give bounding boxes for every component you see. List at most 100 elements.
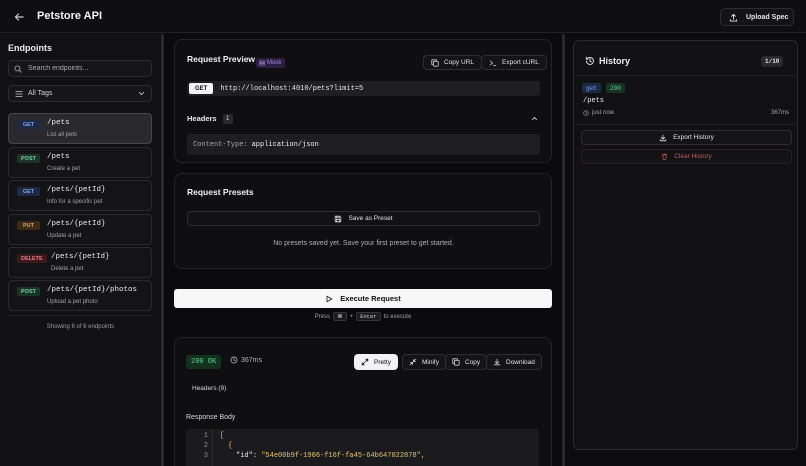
headers-label: Headers	[187, 114, 217, 123]
server-icon	[259, 60, 265, 66]
code-key: "id"	[236, 452, 253, 460]
line-number: 3	[203, 452, 208, 460]
endpoint-item[interactable]: GET /pets List all pets	[8, 113, 152, 144]
pretty-label: Pretty	[374, 358, 391, 366]
command-key: ⌘	[333, 312, 347, 321]
endpoint-description: Create a pet	[47, 166, 81, 172]
history-duration: 367ms	[770, 110, 789, 116]
code-text: {	[228, 442, 233, 450]
code-text: [	[220, 432, 225, 440]
response-headers-tab[interactable]: Headers (9)	[192, 385, 226, 392]
headers-section-toggle[interactable]: Headers 1	[187, 111, 540, 126]
copy-icon	[452, 358, 460, 366]
endpoint-path: /pets/{petId}/photos	[47, 286, 138, 294]
filter-list-icon	[15, 90, 23, 98]
shrink-icon	[409, 358, 417, 366]
endpoint-path: /pets/{petId}	[47, 186, 106, 194]
copy-label: Copy	[465, 358, 481, 366]
mock-badge: Mock	[256, 58, 286, 68]
endpoint-count: Showing 6 of 6 endpoints	[46, 324, 115, 330]
endpoint-description: Info for a specific pet	[47, 199, 103, 205]
history-panel: History 1/10 get 200 /pets just now 367m…	[573, 40, 798, 450]
line-number: 1	[203, 432, 208, 440]
request-presets-title: Request Presets	[187, 187, 254, 197]
download-button[interactable]: Download	[486, 354, 542, 370]
tags-filter-select[interactable]: All Tags	[8, 85, 152, 102]
endpoint-item[interactable]: PUT /pets/{petId} Update a pet	[8, 214, 152, 245]
save-preset-button[interactable]: Save as Preset	[187, 211, 540, 226]
execute-shortcut-hint: Press ⌘ + Enter to execute	[174, 312, 552, 321]
hint-plus: +	[349, 313, 354, 320]
endpoint-description: Upload a pet photo	[47, 299, 98, 305]
response-body-label: Response Body	[186, 414, 236, 421]
execute-request-button[interactable]: Execute Request	[174, 289, 552, 308]
endpoint-description: Update a pet	[47, 233, 82, 239]
endpoint-path: /pets	[47, 119, 70, 127]
code-line: 2 {	[186, 441, 232, 451]
history-icon	[585, 56, 595, 66]
minify-label: Minify	[422, 358, 439, 366]
tags-filter-label: All Tags	[28, 90, 53, 97]
code-line: 3 "id" : "54e00b9f-1906-f16f-fa45-64b647…	[186, 451, 425, 461]
terminal-icon	[489, 59, 497, 67]
export-curl-button[interactable]: Export cURL	[481, 55, 547, 70]
response-code-block: 1 [ 2 { 3 "id" : "54e00b9f-1906-f16f-fa4…	[186, 429, 539, 466]
endpoint-description: List all pets	[47, 132, 78, 138]
method-badge: GET	[17, 120, 40, 129]
url-method-badge: GET	[189, 83, 214, 94]
main-panel: Request Preview Mock Copy URL Export cUR…	[164, 34, 562, 466]
search-icon	[14, 65, 22, 73]
history-method-badge: get	[582, 83, 601, 93]
chevron-down-icon	[138, 90, 145, 97]
minify-button[interactable]: Minify	[402, 354, 446, 370]
save-preset-label: Save as Preset	[348, 215, 393, 222]
history-resize-handle[interactable]	[562, 34, 565, 466]
method-badge: PUT	[17, 221, 40, 230]
app-title: Petstore API	[37, 10, 103, 22]
request-url-bar[interactable]: GET http://localhost:4010/pets?limit=5	[187, 81, 540, 96]
export-history-label: Export History	[673, 134, 714, 141]
copy-response-button[interactable]: Copy	[445, 354, 488, 370]
history-timestamp: just now	[583, 110, 614, 116]
endpoint-path: /pets/{petId}	[47, 220, 106, 228]
hint-press: Press	[314, 313, 331, 320]
export-curl-label: Export cURL	[502, 59, 539, 66]
export-history-button[interactable]: Export History	[581, 130, 792, 145]
clear-history-button[interactable]: Clear History	[581, 149, 792, 164]
history-item[interactable]: get 200 /pets just now 367ms	[574, 75, 797, 125]
upload-spec-button[interactable]: Upload Spec	[720, 8, 794, 26]
clear-history-label: Clear History	[674, 153, 712, 160]
search-box[interactable]	[8, 60, 152, 77]
search-input[interactable]	[28, 65, 138, 72]
request-presets-card: Request Presets Save as Preset No preset…	[174, 173, 552, 269]
endpoint-item[interactable]: GET /pets/{petId} Info for a specific pe…	[8, 180, 152, 211]
endpoint-path: /pets/{petId}	[51, 253, 110, 261]
mock-label: Mock	[267, 60, 282, 66]
request-url: http://localhost:4010/pets?limit=5	[220, 84, 364, 93]
headers-count-badge: 1	[222, 113, 233, 124]
request-preview-title: Request Preview	[187, 54, 256, 64]
hint-suffix: to execute	[383, 313, 412, 320]
clock-icon	[230, 356, 238, 364]
execute-request-label: Execute Request	[340, 294, 401, 303]
endpoint-path: /pets	[47, 153, 70, 161]
endpoint-item[interactable]: DELETE /pets/{petId} Delete a pet	[8, 247, 152, 278]
copy-url-button[interactable]: Copy URL	[423, 55, 482, 70]
upload-spec-label: Upload Spec	[746, 13, 789, 21]
code-value: "54e00b9f-1906-f16f-fa45-64b647022878",	[261, 452, 426, 460]
presets-empty-message: No presets saved yet. Save your first pr…	[273, 240, 454, 247]
download-icon	[493, 358, 501, 366]
history-count-badge: 1/10	[761, 56, 784, 67]
copy-icon	[431, 58, 439, 67]
endpoint-item[interactable]: POST /pets/{petId}/photos Upload a pet p…	[8, 280, 152, 311]
upload-icon	[729, 13, 738, 22]
method-badge: POST	[17, 287, 40, 296]
header-key: Content-Type:	[193, 140, 248, 149]
endpoint-item[interactable]: POST /pets Create a pet	[8, 147, 152, 178]
history-path: /pets	[583, 97, 605, 105]
history-title: History	[599, 56, 631, 66]
back-arrow-icon[interactable]	[13, 11, 25, 23]
save-icon	[334, 215, 342, 223]
pretty-button[interactable]: Pretty	[354, 354, 398, 370]
history-when: just now	[592, 110, 615, 116]
